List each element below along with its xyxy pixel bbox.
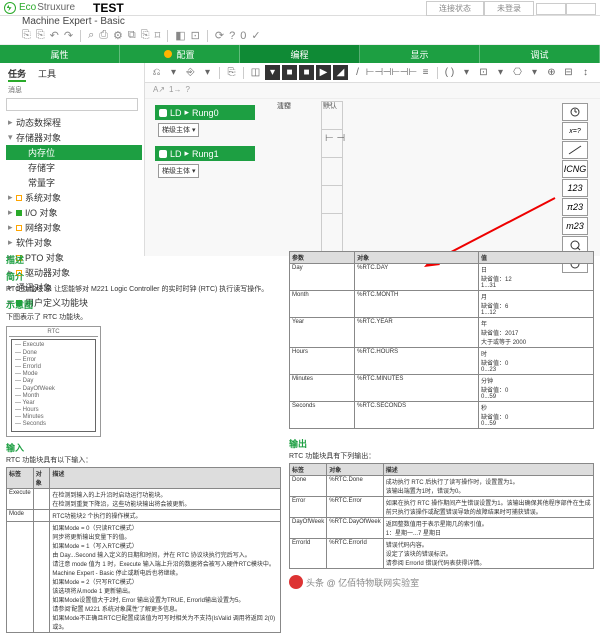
search-label: 消息 (2, 84, 142, 96)
main-toolbar: ⎘ ⎘ ↶ ↷ ⌕ ⎙ ⚙ ⧉ ⎘ ⌑ ◧ ⊡ ⟳? 0 ✓ (0, 27, 600, 45)
canvas-tool[interactable]: ⊕ (544, 65, 559, 80)
mode-tabs: 属性配置编程显示调试 (0, 45, 600, 63)
brand-1: Eco (19, 2, 36, 13)
sidebar: 任务 工具 消息 ▸动态数探程▾存储器对象内存位存储字常量字▸系统对象▸I/O … (0, 63, 145, 256)
canvas-tool[interactable]: ◫ (248, 65, 263, 80)
toolbar-button[interactable]: ↷ (64, 29, 73, 42)
canvas-tool[interactable]: ■ (299, 65, 314, 80)
mode-tab[interactable]: 属性 (0, 45, 120, 63)
canvas-toolbar: ⎌▾⎆▾⎘◫▾■■▶◢/⊢⊣⊣⊢⊣⊢≡( )▾⊡▾⎔▾⊕⊟↕ (145, 63, 600, 83)
app-subtitle: Machine Expert - Basic (0, 16, 600, 27)
tree-item[interactable]: ▸动态数探程 (6, 115, 142, 130)
toolbar-button[interactable]: ↶ (50, 29, 59, 42)
toolbar-button[interactable]: ⧉ (128, 29, 136, 42)
tree-item[interactable]: ▸I/O 对象 (6, 205, 142, 220)
canvas-tool[interactable]: ▾ (459, 65, 474, 80)
outputs-table: 标签对象描述Done%RTC.Done成功执行 RTC 后执行了读写操作时，设置… (289, 463, 594, 569)
rung[interactable]: LD▸Rung1梯级主体 ▾ (155, 146, 255, 181)
tree-item[interactable]: ▸系统对象 (6, 190, 142, 205)
canvas-tool[interactable]: ▾ (527, 65, 542, 80)
intro-text: RTC 功能块 ⊕ 让您能够对 M221 Logic Controller 的实… (6, 285, 281, 294)
canvas-tool[interactable]: ↕ (578, 65, 593, 80)
inputs-table: 标签对象描述Execute在检测到输入的上升沿时启动运行功能块。 在检测到重复下… (6, 467, 281, 633)
ladder-area: 默认 LD 清空 注释 ⊢ ⊣ (265, 101, 596, 252)
canvas-tool[interactable]: ■ (282, 65, 297, 80)
mode-tab[interactable]: 调试 (480, 45, 600, 63)
palette-xyz[interactable]: x=? (562, 122, 588, 140)
canvas-tool-2[interactable]: A↗ (153, 85, 165, 96)
canvas-tool[interactable]: ⊟ (561, 65, 576, 80)
canvas-tool[interactable]: ◢ (333, 65, 348, 80)
canvas-tool[interactable]: / (350, 65, 365, 80)
toolbar-button[interactable]: ✓ (251, 29, 260, 42)
mode-tab[interactable]: 显示 (360, 45, 480, 63)
heading-graph: 示意图 (6, 298, 281, 311)
search-input[interactable] (6, 98, 138, 111)
toolbar-button[interactable]: ⚙ (113, 29, 123, 42)
palette-icng[interactable]: ICNG (562, 160, 588, 178)
footer-credit: 头条 @ 亿佰特物联网实验室 (289, 575, 594, 589)
toolbar-button[interactable]: ⌕ (88, 29, 94, 42)
rung[interactable]: LD▸Rung0梯级主体 ▾ (155, 105, 255, 140)
canvas-tool[interactable]: ⎔ (510, 65, 525, 80)
toolbar-button[interactable]: 0 (240, 30, 246, 42)
status-login: 未登录 (484, 1, 534, 16)
tree-sub-item[interactable]: 存储字 (6, 160, 142, 175)
heading-desc: 描述 (6, 253, 281, 266)
palette-π23[interactable]: π23 (562, 198, 588, 216)
palette-123[interactable]: 123 (562, 179, 588, 197)
function-block-diagram: RTC — Execute— Done— Error— ErrorId— Mod… (6, 326, 101, 436)
palette-clock[interactable] (562, 103, 588, 121)
toolbar-button[interactable]: ⎘ (36, 29, 45, 42)
tab-tasks[interactable]: 任务 (8, 67, 26, 82)
tree-item[interactable]: ▸网络对象 (6, 220, 142, 235)
canvas-tool[interactable]: ≡ (418, 65, 433, 80)
toolbar-button[interactable]: ? (229, 30, 235, 42)
canvas-tool-2[interactable]: ? (186, 85, 190, 96)
canvas-tool[interactable]: ▾ (265, 65, 280, 80)
project-title: TEST (93, 1, 124, 15)
logo-icon (4, 2, 16, 14)
canvas-tool[interactable]: ⊣⊢ (384, 65, 399, 80)
brand-2: Struxure (37, 2, 75, 13)
canvas-tool[interactable]: ⎆ (183, 65, 198, 80)
canvas-tool[interactable]: ⎌ (149, 65, 164, 80)
mode-tab[interactable]: 配置 (120, 45, 240, 63)
canvas-tool[interactable]: ⊡ (476, 65, 491, 80)
canvas-tool-2[interactable]: 1→ (169, 85, 181, 96)
toolbar-button[interactable]: ⎙ (99, 29, 108, 42)
heading-outputs: 输出 (289, 437, 594, 450)
toolbar-button[interactable]: ⟳ (215, 29, 224, 42)
avatar-icon (289, 575, 303, 589)
params-table: 参数对象值Day%RTC.DAY日 缺省值：12 1...31Month%RTC… (289, 251, 594, 429)
canvas-tool[interactable]: ⎘ (224, 65, 239, 80)
top-right-status: 连接状态未登录 (426, 1, 596, 16)
tree-sub-item[interactable]: 内存位 (6, 145, 142, 160)
canvas-toolbar-2: A↗ 1→? (145, 83, 600, 99)
status-conn: 连接状态 (426, 1, 484, 16)
canvas-tool[interactable]: ▶ (316, 65, 331, 80)
canvas-tool[interactable]: ▾ (166, 65, 181, 80)
toolbar-button[interactable]: ⎘ (22, 29, 31, 42)
mode-tab[interactable]: 编程 (240, 45, 360, 63)
editor-canvas: ⎌▾⎆▾⎘◫▾■■▶◢/⊢⊣⊣⊢⊣⊢≡( )▾⊡▾⎔▾⊕⊟↕ A↗1→? LD▸… (145, 63, 600, 256)
canvas-tool[interactable]: ( ) (442, 65, 457, 80)
tree-sub-item[interactable]: 常量字 (6, 175, 142, 190)
tab-tools[interactable]: 工具 (38, 67, 56, 82)
toolbar-button[interactable]: ⎘ (141, 29, 150, 42)
palette-line[interactable] (562, 141, 588, 159)
heading-inputs: 输入 (6, 441, 281, 454)
canvas-tool[interactable]: ⊣⊢ (401, 65, 416, 80)
toolbar-button[interactable]: ⌑ (155, 29, 161, 42)
canvas-tool[interactable]: ▾ (493, 65, 508, 80)
tree-item[interactable]: ▾存储器对象 (6, 130, 142, 145)
heading-intro: 简介 (6, 270, 281, 283)
toolbar-button[interactable]: ◧ (175, 29, 185, 42)
palette-m23[interactable]: m23 (562, 217, 588, 235)
toolbar-button[interactable]: ⊡ (191, 29, 200, 42)
canvas-tool[interactable]: ⊢⊣ (367, 65, 382, 80)
canvas-tool[interactable]: ▾ (200, 65, 215, 80)
